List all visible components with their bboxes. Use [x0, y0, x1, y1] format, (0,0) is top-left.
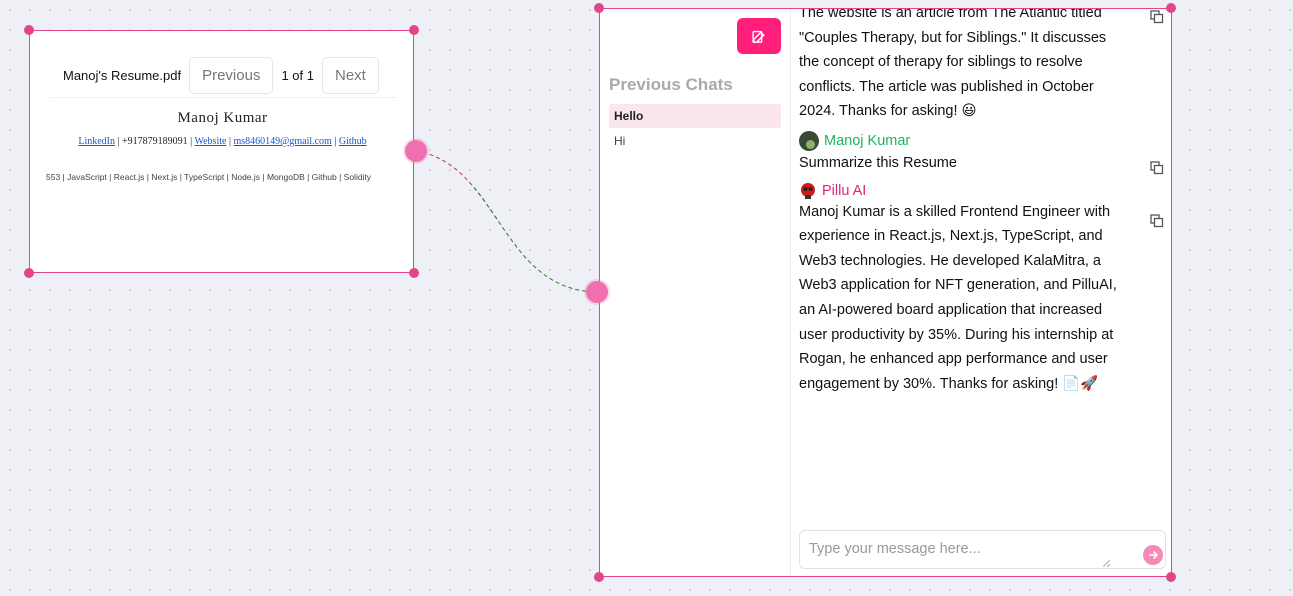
ai-sender: Pillu AI: [799, 182, 1129, 200]
chat-history-item[interactable]: Hello: [609, 104, 781, 128]
next-page-button[interactable]: Next: [321, 56, 379, 94]
resize-handle-bottom-left[interactable]: [24, 268, 34, 278]
ai-message-text: The website is an article from The Atlan…: [799, 8, 1107, 120]
copy-icon[interactable]: [1150, 10, 1164, 24]
send-button[interactable]: [1143, 545, 1163, 565]
previous-chats-heading: Previous Chats: [609, 75, 733, 94]
user-name: Manoj Kumar: [824, 132, 911, 149]
copy-icon[interactable]: [1150, 214, 1164, 228]
linkedin-link[interactable]: LinkedIn: [78, 136, 115, 147]
ai-message-text: Manoj Kumar is a skilled Frontend Engine…: [799, 203, 1117, 392]
robot-icon: [801, 182, 815, 199]
pdf-viewer-node[interactable]: Manoj's Resume.pdf Previous 1 of 1 Next …: [29, 30, 414, 273]
chat-history-item[interactable]: Hi: [609, 129, 781, 153]
resume-contact-line: LinkedIn | +917879189091 | Website | ms8…: [78, 136, 367, 147]
edge-path-upper: [416, 151, 597, 292]
message-list: The website is an article from The Atlan…: [799, 9, 1129, 396]
pdf-filename: Manoj's Resume.pdf: [63, 67, 182, 83]
user-sender: Manoj Kumar: [799, 130, 1129, 151]
arrow-right-icon: [1149, 550, 1159, 560]
message-input[interactable]: Type your message here...: [799, 530, 1166, 569]
previous-page-button[interactable]: Previous: [189, 56, 274, 94]
user-message-text: Summarize this Resume: [799, 154, 957, 171]
new-chat-button[interactable]: [737, 18, 781, 54]
edge-path-lower: [416, 151, 597, 292]
input-connection-handle[interactable]: [586, 281, 608, 303]
resize-handle-top-left[interactable]: [594, 3, 604, 13]
resize-handle-top-right[interactable]: [409, 25, 419, 35]
github-link[interactable]: Github: [339, 136, 367, 147]
resize-handle-top-left[interactable]: [24, 25, 34, 35]
resize-handle-bottom-right[interactable]: [409, 268, 419, 278]
page-indicator: 1 of 1: [281, 67, 314, 83]
output-connection-handle[interactable]: [405, 140, 427, 162]
resize-handle-bottom-left[interactable]: [594, 572, 604, 582]
ai-name: Pillu AI: [822, 182, 867, 199]
resume-name: Manoj Kumar: [177, 110, 268, 126]
avatar: [799, 130, 819, 151]
chat-sidebar: Previous Chats Hello Hi: [600, 9, 791, 576]
resize-handle-bottom-right[interactable]: [1166, 572, 1176, 582]
phone-number: +917879189091: [122, 136, 188, 147]
website-link[interactable]: Website: [194, 136, 226, 147]
copy-icon[interactable]: [1150, 161, 1164, 175]
resume-skills-line: 553 | JavaScript | React.js | Next.js | …: [46, 172, 372, 182]
edit-icon: [751, 30, 765, 43]
email-link[interactable]: ms8460149@gmail.com: [233, 136, 331, 147]
resize-handle-top-right[interactable]: [1166, 3, 1176, 13]
pdf-toolbar: Manoj's Resume.pdf Previous 1 of 1 Next: [50, 53, 397, 98]
resize-grip-icon[interactable]: [1103, 560, 1110, 567]
chat-node[interactable]: Previous Chats Hello Hi The website is a…: [599, 8, 1172, 577]
